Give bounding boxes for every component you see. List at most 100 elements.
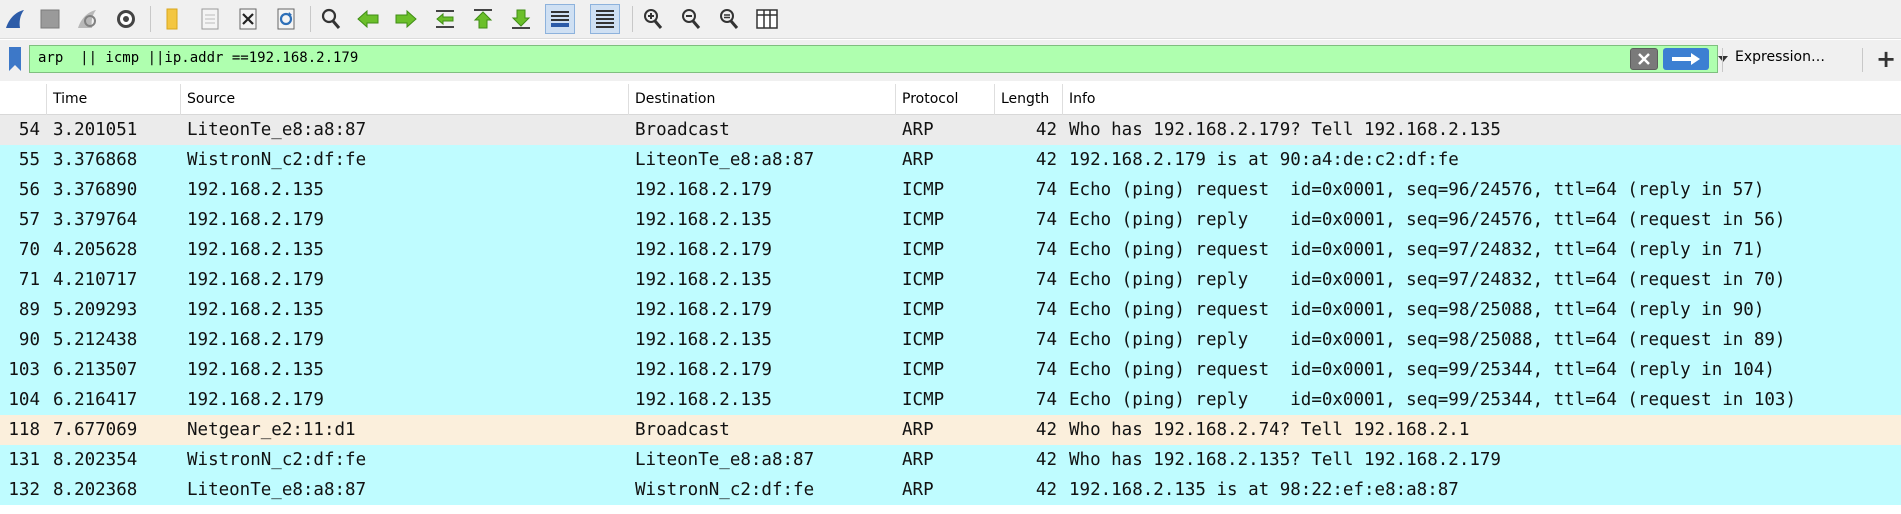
- open-file-button[interactable]: [158, 4, 188, 34]
- colorize-button[interactable]: [590, 4, 620, 34]
- table-row[interactable]: 103 6.213507 192.168.2.135 192.168.2.179 ICM…: [0, 355, 1901, 385]
- cell-info: 192.168.2.135 is at 98:22:ef:e8:a8:87: [1069, 480, 1459, 500]
- zoom-in-button[interactable]: [638, 4, 668, 34]
- arrow-up-icon: [473, 9, 493, 29]
- autoscroll-icon: [551, 11, 569, 27]
- go-forward-button[interactable]: [391, 4, 421, 34]
- display-filter-text[interactable]: arp || icmp ||ip.addr ==192.168.2.179: [38, 50, 358, 66]
- resize-columns-button[interactable]: [752, 4, 782, 34]
- cell-source: WistronN_c2:df:fe: [187, 450, 367, 470]
- cell-info: Echo (ping) reply id=0x0001, seq=96/2457…: [1069, 210, 1786, 230]
- table-row[interactable]: 118 7.677069 Netgear_e2:11:d1 Broadcast ARP 4…: [0, 415, 1901, 445]
- cell-destination: 192.168.2.179: [635, 240, 772, 260]
- cell-destination: LiteonTe_e8:a8:87: [635, 450, 815, 470]
- cell-destination: LiteonTe_e8:a8:87: [635, 150, 815, 170]
- restart-capture-button[interactable]: [72, 4, 102, 34]
- cell-no: 89: [18, 300, 40, 320]
- close-file-icon: [239, 8, 257, 30]
- cell-destination: Broadcast: [635, 420, 730, 440]
- cell-destination: Broadcast: [635, 120, 730, 140]
- stop-capture-button[interactable]: [35, 4, 65, 34]
- table-row[interactable]: 104 6.216417 192.168.2.179 192.168.2.135 ICM…: [0, 385, 1901, 415]
- table-row[interactable]: 89 5.209293 192.168.2.135 192.168.2.179 ICMP…: [0, 295, 1901, 325]
- cell-destination: 192.168.2.135: [635, 270, 772, 290]
- expression-button[interactable]: Expression…: [1735, 49, 1825, 65]
- cell-protocol: ICMP: [902, 180, 945, 200]
- cell-time: 3.376890: [53, 180, 138, 200]
- column-header-destination[interactable]: Destination: [629, 84, 896, 115]
- find-packet-button[interactable]: [316, 4, 346, 34]
- add-filter-button[interactable]: +: [1872, 45, 1900, 73]
- cell-time: 8.202354: [53, 450, 138, 470]
- cell-source: Netgear_e2:11:d1: [187, 420, 356, 440]
- filter-history-dropdown[interactable]: [1716, 53, 1730, 65]
- start-capture-button[interactable]: [0, 4, 30, 34]
- clear-icon: [1638, 53, 1650, 65]
- packet-list-header: Time Source Destination Protocol Length …: [0, 84, 1901, 115]
- go-last-packet-button[interactable]: [506, 4, 536, 34]
- cell-length: 42: [1035, 420, 1057, 440]
- display-filter-input[interactable]: arp || icmp ||ip.addr ==192.168.2.179: [29, 45, 1728, 73]
- toolbar-separator: [310, 6, 311, 32]
- column-header-time[interactable]: Time: [47, 84, 181, 115]
- capture-options-button[interactable]: [111, 4, 141, 34]
- table-row[interactable]: 54 3.201051 LiteonTe_e8:a8:87 Broadcast ARP 4…: [0, 115, 1901, 145]
- cell-no: 71: [18, 270, 40, 290]
- save-file-button[interactable]: [195, 4, 225, 34]
- table-row[interactable]: 132 8.202368 LiteonTe_e8:a8:87 WistronN_c2:…: [0, 475, 1901, 505]
- cell-info: Echo (ping) request id=0x0001, seq=96/24…: [1069, 180, 1765, 200]
- table-row[interactable]: 57 3.379764 192.168.2.179 192.168.2.135 ICMP…: [0, 205, 1901, 235]
- cell-info: Who has 192.168.2.135? Tell 192.168.2.17…: [1069, 450, 1501, 470]
- column-header-no[interactable]: [0, 84, 47, 115]
- cell-destination: 192.168.2.135: [635, 210, 772, 230]
- cell-no: 132: [8, 480, 40, 500]
- column-header-protocol[interactable]: Protocol: [896, 84, 995, 115]
- table-row[interactable]: 90 5.212438 192.168.2.179 192.168.2.135 ICMP…: [0, 325, 1901, 355]
- go-first-packet-button[interactable]: [468, 4, 498, 34]
- display-filter-bar: arp || icmp ||ip.addr ==192.168.2.179 Ex…: [0, 40, 1901, 81]
- cell-time: 3.376868: [53, 150, 138, 170]
- cell-protocol: ICMP: [902, 270, 945, 290]
- toolbar-separator: [150, 6, 151, 32]
- table-row[interactable]: 70 4.205628 192.168.2.135 192.168.2.179 ICMP…: [0, 235, 1901, 265]
- cell-length: 74: [1035, 330, 1057, 350]
- cell-time: 5.212438: [53, 330, 138, 350]
- column-header-length[interactable]: Length: [995, 84, 1063, 115]
- bookmark-icon: [9, 47, 21, 71]
- normal-size-button[interactable]: [714, 4, 744, 34]
- cell-time: 3.201051: [53, 120, 138, 140]
- colorize-lines-icon: [596, 10, 614, 28]
- clear-filter-button[interactable]: [1630, 48, 1658, 70]
- reload-file-button[interactable]: [271, 4, 301, 34]
- cell-destination: 192.168.2.179: [635, 300, 772, 320]
- cell-source: 192.168.2.179: [187, 270, 324, 290]
- auto-scroll-button[interactable]: [545, 4, 575, 34]
- cell-protocol: ICMP: [902, 240, 945, 260]
- cell-info: Echo (ping) reply id=0x0001, seq=98/2508…: [1069, 330, 1786, 350]
- filter-bookmark-button[interactable]: [2, 45, 28, 73]
- cell-source: 192.168.2.179: [187, 210, 324, 230]
- zoom-out-button[interactable]: [676, 4, 706, 34]
- table-row[interactable]: 131 8.202354 WistronN_c2:df:fe LiteonTe_e8:…: [0, 445, 1901, 475]
- cell-source: 192.168.2.179: [187, 390, 324, 410]
- apply-filter-button[interactable]: [1663, 48, 1709, 70]
- chevron-down-icon: [1718, 56, 1728, 62]
- arrow-down-icon: [511, 9, 531, 29]
- zoom-out-icon: [682, 9, 701, 29]
- cell-destination: WistronN_c2:df:fe: [635, 480, 815, 500]
- go-to-packet-button[interactable]: [430, 4, 460, 34]
- go-back-button[interactable]: [353, 4, 383, 34]
- table-row[interactable]: 56 3.376890 192.168.2.135 192.168.2.179 ICMP…: [0, 175, 1901, 205]
- column-header-info[interactable]: Info: [1063, 84, 1901, 115]
- table-row[interactable]: 55 3.376868 WistronN_c2:df:fe LiteonTe_e8:a…: [0, 145, 1901, 175]
- cell-info: Echo (ping) request id=0x0001, seq=98/25…: [1069, 300, 1765, 320]
- cell-protocol: ICMP: [902, 330, 945, 350]
- cell-time: 6.213507: [53, 360, 138, 380]
- column-header-source[interactable]: Source: [181, 84, 629, 115]
- arrow-left-icon: [357, 9, 379, 29]
- zoom-reset-icon: [720, 9, 739, 29]
- table-row[interactable]: 71 4.210717 192.168.2.179 192.168.2.135 ICMP…: [0, 265, 1901, 295]
- cell-info: Echo (ping) request id=0x0001, seq=97/24…: [1069, 240, 1765, 260]
- cell-time: 4.205628: [53, 240, 138, 260]
- close-file-button[interactable]: [233, 4, 263, 34]
